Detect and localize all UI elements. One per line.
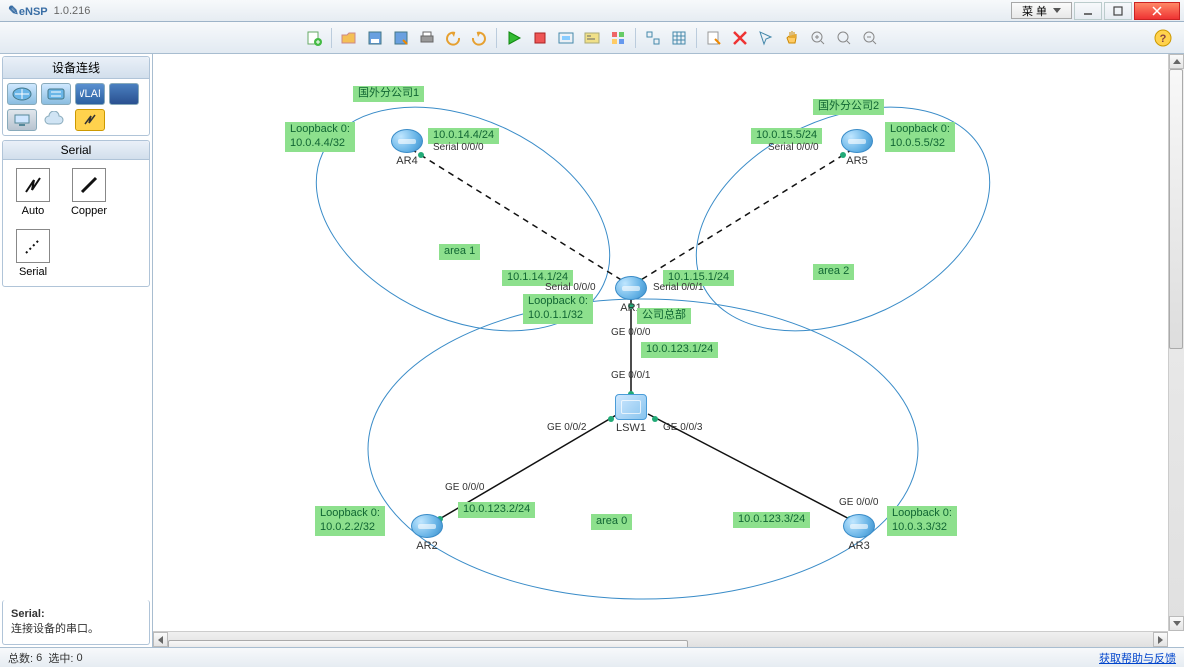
sidebar: 设备连线 WLAN Serial Auto Copper xyxy=(0,54,153,647)
scroll-down-button[interactable] xyxy=(1169,616,1184,631)
node-lsw1[interactable]: LSW1 xyxy=(615,394,647,434)
svg-text:WLAN: WLAN xyxy=(80,88,100,100)
auto-tool[interactable]: Auto xyxy=(11,168,55,217)
redo-button[interactable] xyxy=(468,27,490,49)
edit-button[interactable] xyxy=(703,27,725,49)
plabel-ar1-s001: Serial 0/0/1 xyxy=(653,282,704,293)
help-feedback-link[interactable]: 获取帮助与反馈 xyxy=(1099,650,1176,666)
tag-lo-ar4: Loopback 0: 10.0.4.4/32 xyxy=(285,122,355,152)
pan-button[interactable] xyxy=(781,27,803,49)
capture-button[interactable] xyxy=(555,27,577,49)
menu-button[interactable]: 菜 单 xyxy=(1011,2,1072,19)
tag-area2: area 2 xyxy=(813,264,854,280)
plabel-ar2-g000: GE 0/0/0 xyxy=(445,482,484,493)
print-button[interactable] xyxy=(416,27,438,49)
tag-ip-ar2: 10.0.123.2/24 xyxy=(458,502,535,518)
plabel-lsw-g003: GE 0/0/3 xyxy=(663,422,702,433)
minimize-button[interactable] xyxy=(1074,2,1102,20)
select-button[interactable] xyxy=(755,27,777,49)
horizontal-scrollbar[interactable] xyxy=(153,631,1168,647)
switch-category-icon[interactable] xyxy=(41,83,71,105)
scroll-left-button[interactable] xyxy=(153,632,168,647)
plabel-lsw-g002: GE 0/0/2 xyxy=(547,422,586,433)
tag-lo-ar1: Loopback 0: 10.0.1.1/32 xyxy=(523,294,593,324)
plabel-ar4-s000: Serial 0/0/0 xyxy=(433,142,484,153)
device-panel: 设备连线 WLAN xyxy=(2,56,150,136)
svg-text:?: ? xyxy=(1160,33,1167,45)
status-sel: 0 xyxy=(77,652,83,664)
canvas-area[interactable]: AR4 AR5 AR1 LSW1 AR2 AR3 国外分公司1 国外分公司2 公… xyxy=(153,54,1184,647)
tag-hq: 公司总部 xyxy=(637,308,691,324)
save-as-button[interactable] xyxy=(390,27,412,49)
save-button[interactable] xyxy=(364,27,386,49)
tag-ip-ar1g: 10.0.123.1/24 xyxy=(641,342,718,358)
help-button[interactable]: ? xyxy=(1152,27,1174,49)
tag-lo-ar3: Loopback 0: 10.0.3.3/32 xyxy=(887,506,957,536)
tag-lo-ar2: Loopback 0: 10.0.2.2/32 xyxy=(315,506,385,536)
zoom-out-button[interactable] xyxy=(859,27,881,49)
title-bar: ✎eNSP 1.0.216 菜 单 xyxy=(0,0,1184,22)
scroll-up-button[interactable] xyxy=(1169,54,1184,69)
plabel-ar3-g000: GE 0/0/0 xyxy=(839,497,878,508)
serial-panel-title: Serial xyxy=(3,141,149,160)
start-button[interactable] xyxy=(503,27,525,49)
cli-button[interactable] xyxy=(581,27,603,49)
plabel-ar5-s000: Serial 0/0/0 xyxy=(768,142,819,153)
wlan-category-icon[interactable]: WLAN xyxy=(75,83,105,105)
tag-ip-ar3: 10.0.123.3/24 xyxy=(733,512,810,528)
vertical-thumb[interactable] xyxy=(1169,69,1183,349)
app-logo: ✎eNSP xyxy=(8,3,48,19)
firewall-category-icon[interactable] xyxy=(109,83,139,105)
hint-panel: Serial: 连接设备的串口。 xyxy=(2,600,150,645)
serial-panel: Serial Auto Copper Serial xyxy=(2,140,150,287)
vertical-scrollbar[interactable] xyxy=(1168,54,1184,631)
node-ar4[interactable]: AR4 xyxy=(391,129,423,167)
status-bar: 总数: 6 选中: 0 获取帮助与反馈 xyxy=(0,647,1184,667)
plabel-ar1-s000: Serial 0/0/0 xyxy=(545,282,596,293)
tag-lo-ar5: Loopback 0: 10.0.5.5/32 xyxy=(885,122,955,152)
node-ar5[interactable]: AR5 xyxy=(841,129,873,167)
horizontal-thumb[interactable] xyxy=(168,640,688,648)
stop-button[interactable] xyxy=(529,27,551,49)
node-ar2[interactable]: AR2 xyxy=(411,514,443,552)
zoom-in-button[interactable] xyxy=(807,27,829,49)
status-total-label: 总数: xyxy=(8,650,33,666)
undo-button[interactable] xyxy=(442,27,464,49)
zoom-fit-button[interactable] xyxy=(642,27,664,49)
delete-button[interactable] xyxy=(729,27,751,49)
node-ar3[interactable]: AR3 xyxy=(843,514,875,552)
palette-button[interactable] xyxy=(607,27,629,49)
serial-tool[interactable]: Serial xyxy=(11,229,55,278)
close-button[interactable] xyxy=(1134,2,1180,20)
cloud-category-icon[interactable] xyxy=(41,109,71,131)
tag-area1: area 1 xyxy=(439,244,480,260)
scroll-right-button[interactable] xyxy=(1153,632,1168,647)
status-sel-label: 选中: xyxy=(48,650,73,666)
maximize-button[interactable] xyxy=(1104,2,1132,20)
pc-category-icon[interactable] xyxy=(7,109,37,131)
tag-company1: 国外分公司1 xyxy=(353,86,424,102)
status-total: 6 xyxy=(36,652,42,664)
plabel-ar1-g000: GE 0/0/0 xyxy=(611,327,650,338)
router-category-icon[interactable] xyxy=(7,83,37,105)
connection-category-icon[interactable] xyxy=(75,109,105,131)
copper-tool[interactable]: Copper xyxy=(67,168,111,217)
open-button[interactable] xyxy=(338,27,360,49)
app-version: 1.0.216 xyxy=(54,5,91,17)
hint-title: Serial: xyxy=(11,608,45,620)
hint-body: 连接设备的串口。 xyxy=(11,623,99,635)
tag-company2: 国外分公司2 xyxy=(813,99,884,115)
new-topo-button[interactable] xyxy=(303,27,325,49)
grid-button[interactable] xyxy=(668,27,690,49)
tag-area0: area 0 xyxy=(591,514,632,530)
device-panel-title: 设备连线 xyxy=(3,57,149,79)
toolbar: ? xyxy=(0,22,1184,54)
zoom-reset-button[interactable] xyxy=(833,27,855,49)
plabel-lsw-g001: GE 0/0/1 xyxy=(611,370,650,381)
